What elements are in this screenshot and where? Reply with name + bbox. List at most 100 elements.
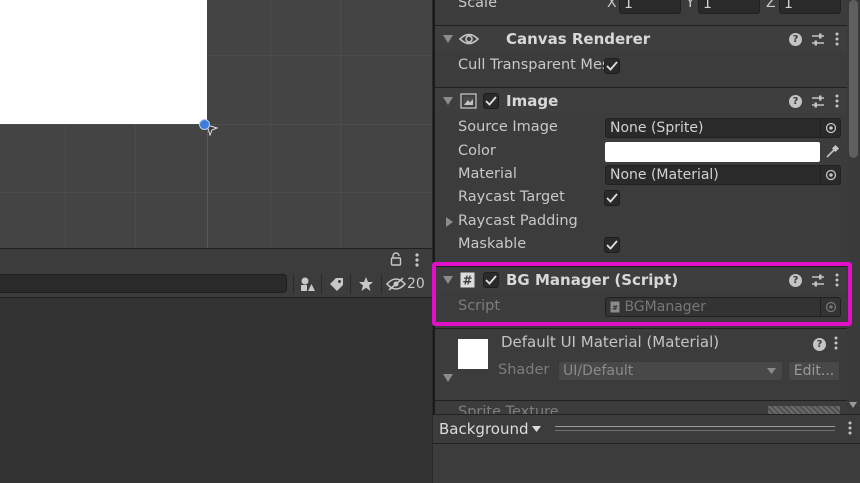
scale-z-value: 1 (784, 0, 793, 12)
hidden-count-label: 20 (407, 276, 425, 292)
material-preview-section: Default UI Material (Material) ? Shader … (435, 328, 860, 400)
divider (433, 443, 860, 444)
material-row: Material None (Material) (435, 163, 860, 186)
scrollbar-thumb[interactable] (849, 0, 858, 158)
highlight-box (432, 262, 852, 326)
scale-x-field[interactable]: 1 (619, 0, 681, 14)
preset-sliders-icon[interactable] (811, 33, 825, 46)
edit-shader-button[interactable]: Edit... (788, 361, 840, 381)
component-header-icons: ? (789, 88, 840, 114)
color-label: Color (458, 143, 496, 159)
y-axis-label: Y (686, 0, 695, 11)
scale-label: Scale (458, 0, 498, 11)
background-dropdown-label: Background (439, 420, 529, 438)
material-label: Material (458, 166, 517, 182)
foldout-arrow-icon[interactable] (443, 35, 453, 43)
more-options-icon[interactable] (412, 251, 422, 269)
help-icon[interactable]: ? (789, 32, 802, 46)
cull-transparent-row: Cull Transparent Mes (435, 54, 860, 77)
scale-y-field[interactable]: 1 (698, 0, 760, 14)
raycast-target-checkbox[interactable] (604, 190, 620, 206)
context-menu-icon[interactable] (834, 94, 840, 108)
sprite-texture-row: Sprite Texture (435, 400, 860, 414)
source-image-row: Source Image None (Sprite) (435, 116, 860, 139)
image-component-header[interactable]: Image ? (435, 87, 860, 113)
object-picker-icon[interactable] (820, 119, 840, 137)
expand-arrow-icon[interactable] (445, 217, 453, 227)
help-icon[interactable]: ? (789, 94, 802, 108)
component-title: Canvas Renderer (506, 30, 651, 48)
inspector-panel: Scale X 1 Y 1 Z 1 Canvas Renderer ? Cull… (433, 0, 860, 483)
raycast-target-label: Raycast Target (458, 189, 565, 205)
drag-handle[interactable] (555, 426, 835, 427)
lock-icon[interactable] (390, 252, 402, 266)
grid-line (340, 0, 341, 248)
component-title: Image (506, 92, 559, 110)
maskable-checkbox[interactable] (604, 237, 620, 253)
hidden-packages-toggle[interactable]: 20 (386, 270, 425, 298)
help-icon[interactable]: ? (813, 338, 826, 351)
object-picker-icon[interactable] (820, 166, 840, 184)
project-toolbar: 20 (0, 270, 432, 298)
source-image-label: Source Image (458, 119, 558, 135)
scale-row: Scale X 1 Y 1 Z 1 (435, 0, 860, 15)
label-tag-icon[interactable] (322, 270, 350, 298)
pivot-guide-line (207, 128, 208, 248)
maskable-row: Maskable (435, 233, 860, 256)
z-axis-label: Z (766, 0, 776, 11)
eye-slash-icon (386, 277, 406, 291)
divider (350, 274, 351, 294)
material-thumbnail (458, 339, 488, 369)
project-content-area[interactable] (0, 298, 432, 483)
material-preview-title: Default UI Material (Material) (501, 333, 720, 351)
raycast-padding-label: Raycast Padding (458, 213, 578, 229)
dropdown-arrow-icon (767, 368, 776, 374)
scale-x-value: 1 (624, 0, 633, 12)
x-axis-label: X (607, 0, 617, 11)
context-menu-icon[interactable] (833, 336, 839, 350)
project-tab-bar (0, 248, 432, 270)
preset-sliders-icon[interactable] (811, 95, 825, 108)
image-component-icon (460, 93, 477, 109)
favorite-star-icon[interactable] (352, 270, 380, 298)
checkmark-icon (606, 240, 618, 250)
inspector-scrollbar[interactable] (847, 0, 860, 414)
material-field[interactable]: None (Material) (605, 165, 841, 185)
sprite-texture-preview (768, 406, 840, 414)
source-image-value: None (Sprite) (610, 120, 704, 136)
context-menu-icon[interactable] (834, 32, 840, 46)
material-value: None (Material) (610, 167, 719, 183)
scale-z-field[interactable]: 1 (779, 0, 841, 14)
canvas-image-rect[interactable] (0, 0, 207, 124)
foldout-arrow-icon[interactable] (443, 374, 453, 382)
canvas-renderer-header[interactable]: Canvas Renderer ? (435, 25, 860, 51)
grid-line (270, 0, 271, 248)
background-dropdown[interactable]: Background (439, 418, 541, 440)
shader-value: UI/Default (563, 363, 634, 379)
eyedropper-icon[interactable] (825, 144, 840, 159)
scale-y-value: 1 (703, 0, 712, 12)
scene-view[interactable] (0, 0, 432, 248)
foldout-arrow-icon[interactable] (443, 97, 453, 105)
color-swatch[interactable] (605, 142, 820, 162)
shader-dropdown[interactable]: UI/Default (558, 361, 783, 381)
pivot-handle[interactable] (199, 119, 210, 130)
context-menu-icon[interactable] (847, 421, 853, 435)
search-input[interactable] (0, 274, 287, 293)
raycast-padding-row[interactable]: Raycast Padding (435, 210, 860, 233)
maskable-label: Maskable (458, 236, 527, 252)
scroll-down-arrow-icon[interactable] (849, 402, 857, 408)
preview-bar: Background (433, 414, 860, 483)
eye-icon (459, 33, 479, 45)
dropdown-arrow-icon (531, 426, 541, 432)
filter-by-type-icon[interactable] (293, 270, 321, 298)
drag-handle (555, 430, 835, 431)
color-row: Color (435, 140, 860, 163)
image-enabled-checkbox[interactable] (483, 93, 499, 109)
divider (381, 274, 382, 294)
cull-transparent-checkbox[interactable] (604, 58, 620, 74)
raycast-target-row: Raycast Target (435, 186, 860, 209)
sprite-texture-label: Sprite Texture (458, 404, 559, 414)
source-image-field[interactable]: None (Sprite) (605, 118, 841, 138)
cull-transparent-label: Cull Transparent Mes (458, 57, 604, 73)
